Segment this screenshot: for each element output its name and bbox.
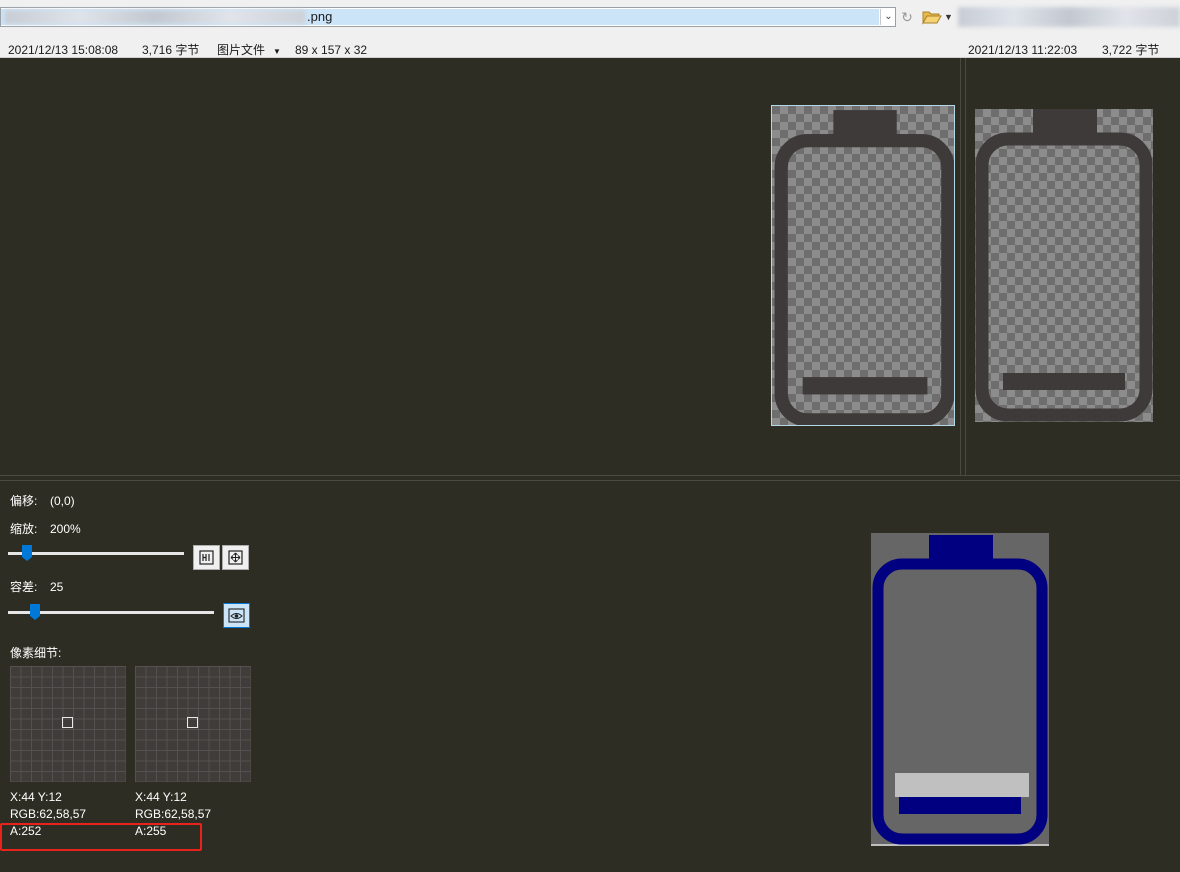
fit-window-icon (228, 550, 243, 565)
reload-icon[interactable]: ↻ (899, 9, 915, 25)
chevron-down-icon[interactable]: ⌄ (880, 9, 896, 25)
offset-value: (0,0) (50, 494, 75, 508)
left-image-preview[interactable] (771, 105, 955, 426)
left-pixel-rgb: RGB:62,58,57 (10, 807, 87, 821)
eye-icon (228, 608, 245, 623)
show-tolerance-button[interactable] (223, 603, 250, 628)
right-file-datetime: 2021/12/13 11:22:03 (968, 43, 1078, 57)
zoom-label: 缩放: (10, 522, 38, 536)
zoom-slider[interactable] (8, 544, 184, 564)
right-pixel-magnifier (135, 666, 251, 782)
tolerance-slider[interactable] (8, 603, 214, 623)
redacted-right-path (958, 7, 1180, 27)
file-type-dropdown-icon[interactable]: ▼ (273, 47, 281, 56)
left-image-dimensions: 89 x 157 x 32 (295, 43, 368, 57)
zoom-value: 200% (50, 522, 81, 536)
right-file-size: 3,722 字节 (1102, 43, 1160, 57)
folder-dropdown-arrow-icon[interactable]: ▼ (944, 9, 953, 25)
tolerance-value: 25 (50, 580, 64, 594)
redacted-path (5, 10, 305, 24)
actual-size-button[interactable] (193, 545, 220, 570)
left-file-datetime: 2021/12/13 15:08:08 (8, 43, 119, 57)
alpha-annotation-box (0, 823, 202, 851)
pixel-cursor (187, 717, 198, 728)
left-path-combobox[interactable]: .png ⌄ (0, 7, 896, 27)
tolerance-slider-thumb[interactable] (29, 603, 41, 621)
zoom-slider-thumb[interactable] (21, 544, 33, 562)
pixel-detail-label: 像素细节: (10, 646, 62, 660)
offset-label: 偏移: (10, 494, 38, 508)
right-pixel-coords: X:44 Y:12 (135, 790, 187, 804)
file-type-label: 图片文件 (217, 43, 266, 57)
fit-to-window-button[interactable] (222, 545, 249, 570)
tolerance-label: 容差: (10, 580, 38, 594)
right-image-preview[interactable] (975, 109, 1153, 422)
left-file-size: 3,716 字节 (142, 43, 200, 57)
actual-size-icon (199, 550, 214, 565)
info-bar: 2021/12/13 15:08:08 3,716 字节 图片文件 ▼ 89 x … (0, 36, 1180, 58)
pane-splitter-horizontal[interactable] (0, 475, 1180, 481)
right-pixel-rgb: RGB:62,58,57 (135, 807, 212, 821)
left-pixel-magnifier (10, 666, 126, 782)
toolbar: .png ⌄ ↻ ▼ (0, 0, 1180, 36)
left-pixel-coords: X:44 Y:12 (10, 790, 62, 804)
open-folder-icon[interactable] (922, 9, 942, 25)
path-text[interactable]: .png (307, 9, 332, 25)
zoom-slider-track (8, 552, 184, 555)
difference-image (871, 533, 1049, 846)
left-file-type[interactable]: 图片文件 ▼ (217, 43, 281, 59)
pixel-cursor (62, 717, 73, 728)
pane-splitter-vertical[interactable] (960, 58, 966, 476)
